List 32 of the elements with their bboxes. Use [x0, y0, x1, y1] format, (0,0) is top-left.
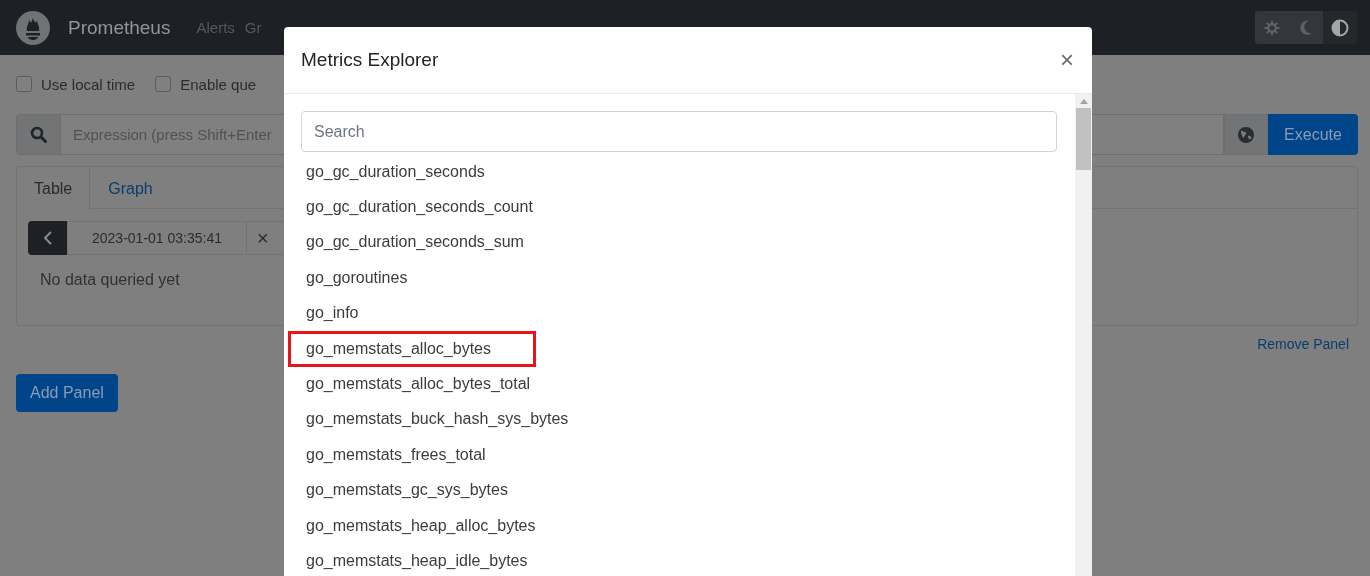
metric-item[interactable]: go_gc_duration_seconds_count [301, 198, 533, 217]
metric-item[interactable]: go_memstats_gc_sys_bytes [301, 481, 508, 500]
flame-logo-icon [16, 10, 50, 45]
metric-item[interactable]: go_memstats_heap_idle_bytes [301, 552, 528, 570]
metric-item[interactable]: go_memstats_frees_total [301, 445, 486, 464]
option-label: Enable que [180, 75, 257, 93]
scrollbar-thumb[interactable] [1076, 108, 1091, 170]
scrollbar[interactable] [1075, 94, 1092, 576]
moon-icon [1299, 19, 1313, 36]
metric-item[interactable]: go_memstats_heap_alloc_bytes [301, 516, 536, 535]
close-button[interactable]: × [1060, 46, 1074, 74]
previous-button[interactable] [28, 221, 67, 255]
metric-item[interactable]: go_info [301, 304, 359, 323]
empty-message: No data queried yet [40, 271, 180, 289]
metric-item[interactable]: go_memstats_alloc_bytes [288, 330, 536, 367]
time-field[interactable]: 2023-01-01 03:35:41 [67, 221, 247, 255]
metric-item[interactable]: go_goroutines [301, 268, 408, 287]
metric-item[interactable]: go_memstats_buck_hash_sys_bytes [301, 410, 569, 429]
gear-icon [1264, 19, 1280, 36]
checkbox[interactable] [16, 76, 32, 92]
search-field[interactable]: Search [301, 111, 1057, 152]
brand-name[interactable]: Prometheus [68, 16, 171, 39]
chevron-left-icon [42, 231, 53, 245]
modal-title: Metrics Explorer [301, 49, 439, 71]
metric-item[interactable]: go_gc_duration_seconds [301, 162, 485, 181]
contrast-theme-button[interactable] [1323, 11, 1357, 44]
half-circle-icon [1331, 18, 1349, 37]
tab[interactable]: Table [16, 166, 91, 209]
option-label: Use local time [41, 75, 136, 93]
metric-item[interactable]: go_memstats_alloc_bytes_total [301, 375, 531, 394]
checkbox[interactable] [155, 76, 172, 92]
globe-icon[interactable] [1224, 114, 1268, 155]
